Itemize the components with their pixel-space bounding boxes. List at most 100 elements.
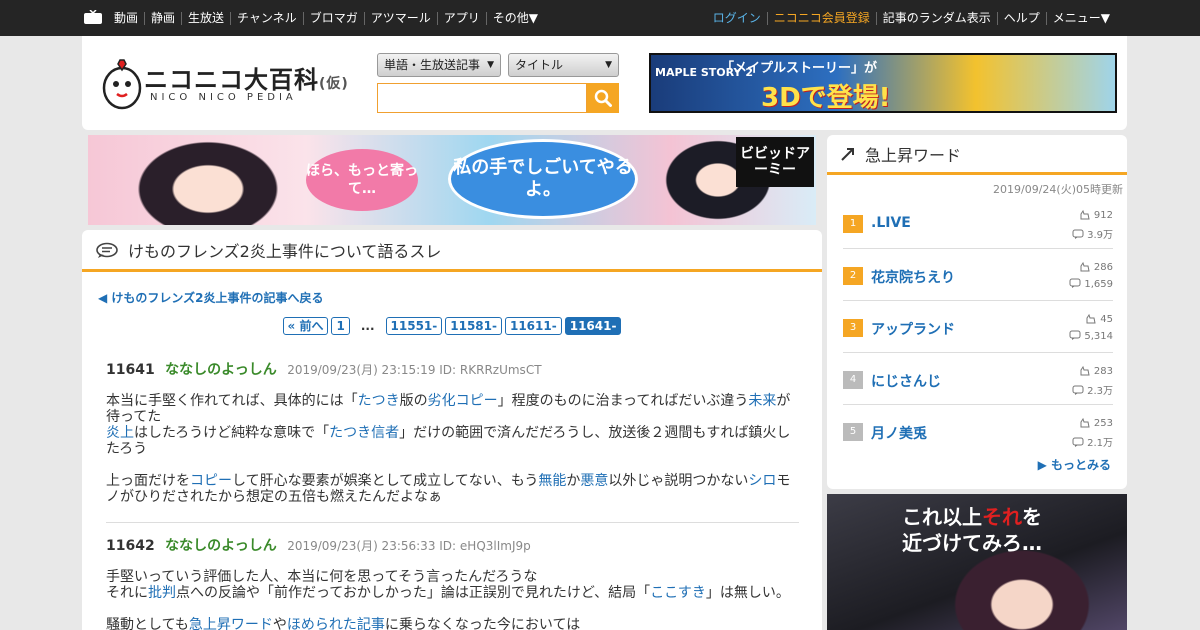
inline-link[interactable]: 無能 [538,473,566,489]
comment-icon [1072,385,1084,395]
inline-link[interactable]: コピー [190,473,232,489]
inline-link[interactable]: ここすき [650,585,706,601]
pager-page[interactable]: 11551- [385,317,443,335]
inline-link[interactable]: 悪意 [580,473,608,489]
nav-live[interactable]: 生放送 [181,11,230,25]
menu-dropdown[interactable]: メニュー▼ [1045,11,1116,25]
nav-channel[interactable]: チャンネル [230,11,303,25]
post-author: ななしのよっしん [165,538,277,554]
trending-up-icon [841,147,854,161]
ad-character-image [947,544,1097,630]
trending-word[interactable]: 花京院ちえり [871,267,955,287]
comment-count: 5,314 [1069,330,1113,342]
nav-other-menu[interactable]: その他▼ [485,11,544,25]
comment-icon [1072,229,1084,239]
rank-badge: 4 [843,371,863,389]
inline-link[interactable]: 急上昇ワード [189,617,273,630]
site-header: ニコニコ大百科(仮) NICO NICO PEDIA 単語・生放送記事 ▼ タイト… [82,36,1127,130]
comment-count: 2.1万 [1072,434,1113,449]
mascot-icon [102,59,142,110]
site-logo[interactable]: ニコニコ大百科(仮) NICO NICO PEDIA [100,58,350,112]
ad-bubble-1: ほら、もっと寄って… [306,149,418,211]
view-count: 912 [1079,209,1113,221]
hand-icon [1080,417,1090,428]
top-nav-bar: 動画 静画 生放送 チャンネル ブロマガ アツマール アプリ その他▼ ログイン… [0,0,1200,36]
hand-icon [1080,365,1090,376]
trending-word[interactable]: アップランド [871,319,955,339]
thread-header: けものフレンズ2炎上事件について語るスレ [82,230,822,272]
ad-line2: 3Dで登場! [761,83,891,113]
top-nav-left: 動画 静画 生放送 チャンネル ブロマガ アツマール アプリ その他▼ [114,0,544,36]
trending-word[interactable]: .LIVE [871,215,911,231]
see-more-link[interactable]: ▶ もっとみる [1038,456,1111,473]
rank-badge: 2 [843,267,863,285]
search-button[interactable] [587,83,619,113]
post-number[interactable]: 11642 [106,538,155,554]
post-date: 2019/09/23(月) 23:56:33 ID: eHQ3lImJ9p [287,539,531,553]
thread-title: けものフレンズ2炎上事件について語るスレ [128,241,442,261]
trending-item[interactable]: 2 花京院ちえり 286 1,659 [843,249,1113,301]
ad-logo: ビビッドアーミー [736,137,814,187]
inline-link[interactable]: ほめられた記事 [287,617,385,630]
thread-post: 11642 ななしのよっしん 2019/09/23(月) 23:56:33 ID… [106,538,799,630]
post-date: 2019/09/23(月) 23:15:19 ID: RKRRzUmsCT [287,363,542,377]
inline-link[interactable]: 未来 [748,393,776,409]
search-input[interactable] [377,83,587,113]
search-icon [594,89,612,107]
inline-link[interactable]: 炎上 [106,425,134,441]
ad-bubble-2: 私の手でしごいてやるよ。 [448,139,638,219]
ad-line1: 「メイプルストーリー」が [721,61,878,76]
nav-seiga[interactable]: 静画 [144,11,181,25]
inline-link[interactable]: シロ [748,473,776,489]
nav-video[interactable]: 動画 [114,11,144,25]
pager-prev[interactable]: « 前へ [282,317,329,335]
register-link[interactable]: ニコニコ会員登録 [766,11,876,25]
trending-word[interactable]: 月ノ美兎 [871,423,927,443]
pager-page[interactable]: 11611- [504,317,562,335]
trending-item[interactable]: 4 にじさんじ 283 2.3万 [843,353,1113,405]
nav-atsumaru[interactable]: アツマール [363,11,437,25]
pager-page[interactable]: 1 [331,317,350,335]
view-count: 283 [1079,365,1113,377]
nav-app[interactable]: アプリ [436,11,486,25]
niconico-tv-icon[interactable] [84,10,102,24]
post-meta: 11642 ななしのよっしん 2019/09/23(月) 23:56:33 ID… [106,538,799,554]
rank-badge: 3 [843,319,863,337]
chat-bubble-icon [96,242,118,258]
thread-panel: けものフレンズ2炎上事件について語るスレ ◀ けものフレンズ2炎上事件の記事へ戻… [82,230,822,630]
trending-word[interactable]: にじさんじ [871,371,941,391]
trending-header: 急上昇ワード [827,135,1127,175]
help-link[interactable]: ヘルプ [996,11,1046,25]
hand-icon [1086,313,1096,324]
trending-item[interactable]: 1 .LIVE 912 3.9万 [843,197,1113,249]
view-count: 253 [1079,417,1113,429]
side-ad-banner[interactable]: これ以上それを 近づけてみろ… [827,494,1127,630]
comment-icon [1069,278,1081,288]
header-ad-banner[interactable]: MAPLE STORY 2 「メイプルストーリー」が 3Dで登場! [649,53,1117,113]
pager-current-page[interactable]: 11641- [564,317,622,335]
comment-icon [1072,437,1084,447]
login-link[interactable]: ログイン [707,11,767,25]
search-scope-select[interactable]: タイトル ▼ [508,53,619,77]
inline-link[interactable]: たつき信者 [329,425,399,441]
inline-link[interactable]: たつき [358,393,400,409]
nav-blomaga[interactable]: ブロマガ [302,11,364,25]
trending-item[interactable]: 5 月ノ美兎 253 2.1万 [843,405,1113,457]
trending-item[interactable]: 3 アップランド 45 5,314 [843,301,1113,353]
rank-badge: 5 [843,423,863,441]
random-article-link[interactable]: 記事のランダム表示 [875,11,997,25]
post-number[interactable]: 11641 [106,362,155,378]
inline-link[interactable]: 批判 [148,585,176,601]
search-type-select[interactable]: 単語・生放送記事 ▼ [377,53,501,77]
logo-title: ニコニコ大百科(仮) [144,66,349,94]
inline-link[interactable]: 劣化コピー [428,393,498,409]
pager-page[interactable]: 11581- [445,317,502,335]
ad-character-image [128,135,288,225]
back-to-article-link[interactable]: ◀ けものフレンズ2炎上事件の記事へ戻る [98,289,324,306]
comment-count: 3.9万 [1072,226,1113,241]
main-ad-banner[interactable]: ほら、もっと寄って… 私の手でしごいてやるよ。 ビビッドアーミー [88,135,816,225]
dropdown-arrow-icon: ▼ [487,60,494,70]
dropdown-arrow-icon: ▼ [605,60,612,70]
post-divider [106,522,799,523]
hand-icon [1080,261,1090,272]
